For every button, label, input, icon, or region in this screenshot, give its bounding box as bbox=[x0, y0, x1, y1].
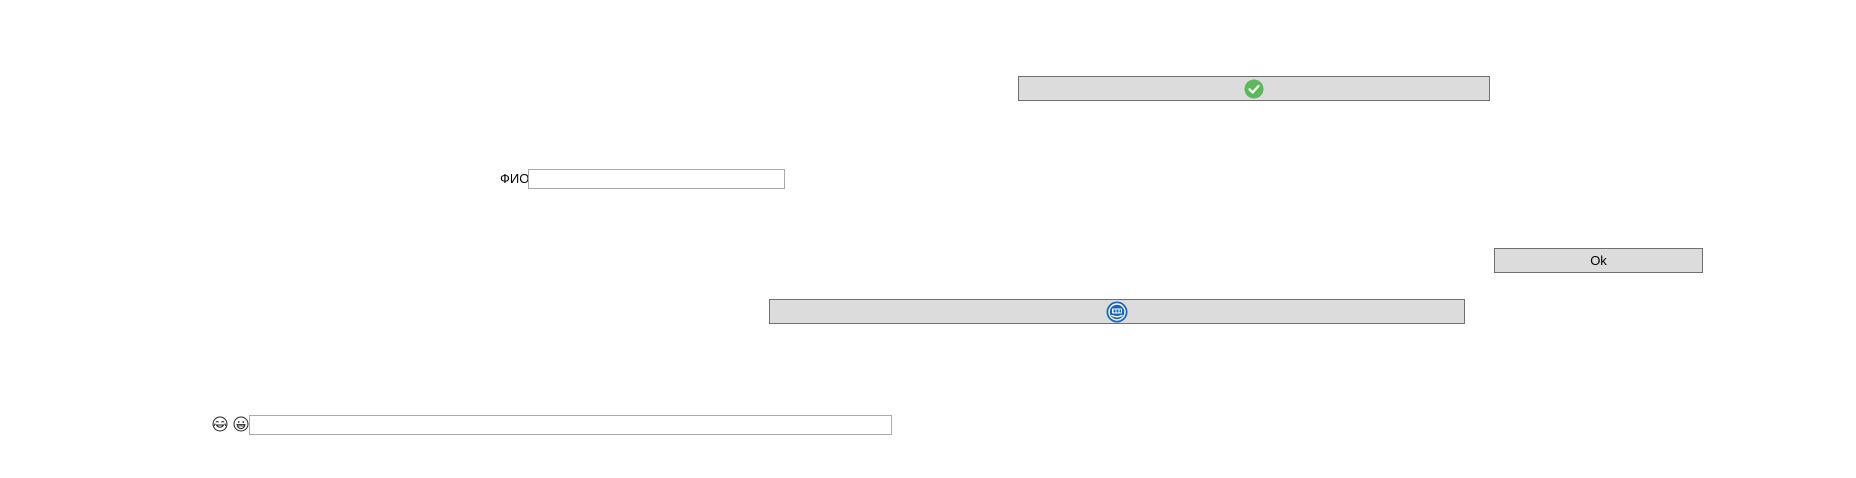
badge-icon-button[interactable] bbox=[769, 299, 1465, 324]
blue-badge-icon bbox=[1106, 301, 1128, 323]
full-name-label: ФИО bbox=[500, 171, 530, 186]
ok-button[interactable]: Ok bbox=[1494, 248, 1703, 273]
ok-button-label: Ok bbox=[1590, 252, 1607, 268]
grinning-face-icon bbox=[233, 416, 249, 432]
full-name-input[interactable] bbox=[528, 169, 785, 189]
green-checkmark-icon bbox=[1244, 79, 1264, 99]
emoji-text-input[interactable] bbox=[249, 415, 892, 435]
confirm-icon-button[interactable] bbox=[1018, 76, 1490, 101]
face-with-tears-of-joy-icon bbox=[212, 416, 228, 432]
